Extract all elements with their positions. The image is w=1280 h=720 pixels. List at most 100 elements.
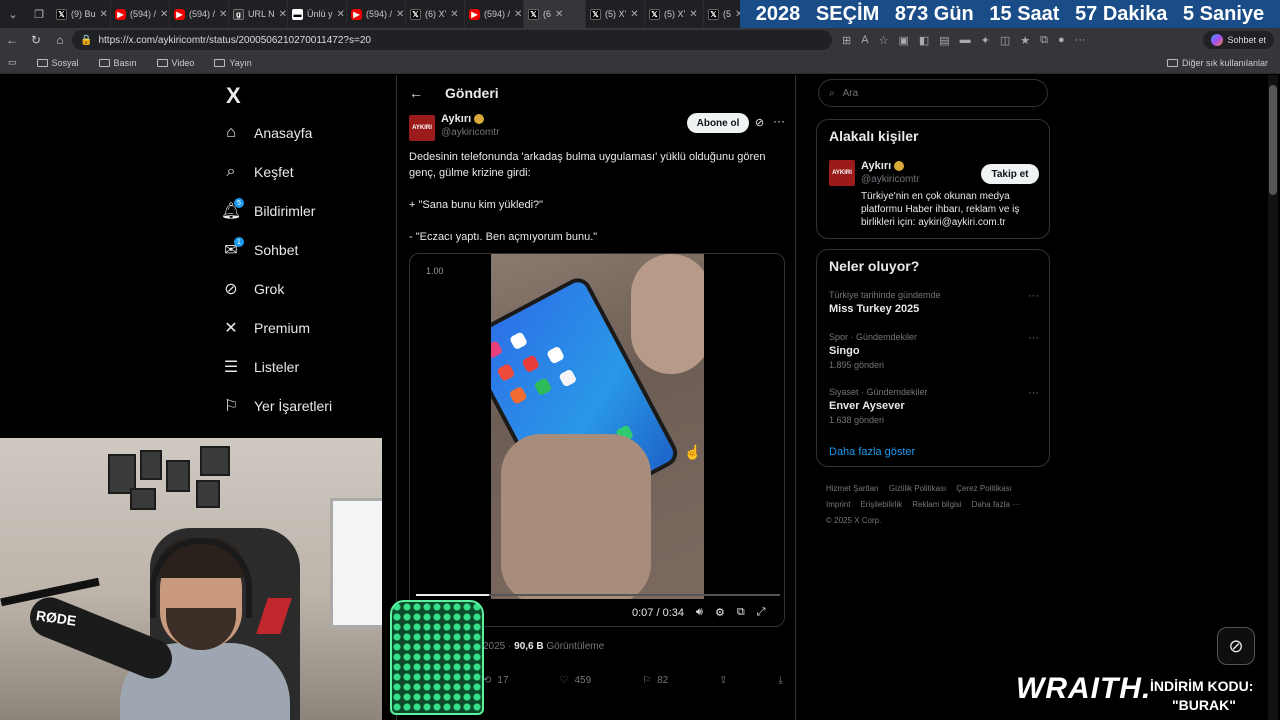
browser-tab[interactable]: ▶ (594) / ✕	[465, 0, 524, 28]
avatar[interactable]: AYKIRI	[829, 160, 855, 186]
youtube-icon: ▶	[469, 8, 480, 20]
close-icon[interactable]: ✕	[630, 9, 638, 20]
video-frame[interactable]	[491, 254, 704, 599]
home-icon[interactable]: ⌂	[48, 28, 72, 52]
workspaces-icon[interactable]: ❐	[26, 0, 52, 28]
extension-icon[interactable]: ◧	[919, 34, 929, 47]
fullscreen-icon[interactable]: ⤢	[757, 606, 766, 619]
copilot-button[interactable]: Sohbet et	[1203, 31, 1274, 49]
show-more-link[interactable]: Daha fazla göster	[829, 446, 915, 458]
bookmark-folder-sosyal[interactable]: Sosyal	[29, 58, 87, 68]
nav-item-grok[interactable]: ⊘ Grok	[222, 275, 284, 303]
favorites-icon[interactable]: ★	[1020, 34, 1030, 47]
footer-link[interactable]: Erişilebilirlik	[860, 500, 902, 509]
nav-item-lists[interactable]: ☰ Listeler	[222, 353, 299, 381]
close-icon[interactable]: ✕	[337, 9, 345, 20]
browser-tab[interactable]: 𝕏 (5) X' ✕	[586, 0, 645, 28]
footer-link[interactable]: Gizlilik Politikası	[889, 484, 946, 493]
browser-tab[interactable]: ▶ (594) / ✕	[170, 0, 229, 28]
close-icon[interactable]: ✕	[689, 9, 697, 20]
split-screen-icon[interactable]: ◫	[1000, 34, 1010, 47]
trend-item[interactable]: Spor · Gündemdekiler Singo 1.895 gönderi…	[829, 332, 1039, 370]
page-scrollbar[interactable]	[1268, 75, 1278, 720]
footer-link[interactable]: Çerez Politikası	[956, 484, 1012, 493]
browser-tab[interactable]: 𝕏 (9) Bu ✕	[52, 0, 111, 28]
close-icon[interactable]: ✕	[160, 9, 168, 20]
footer-link[interactable]: Daha fazla ···	[972, 500, 1020, 509]
like-button[interactable]: ♡ 459	[559, 675, 591, 686]
puzzle-icon[interactable]: ✦	[981, 34, 990, 47]
tab-menu-chevron-icon[interactable]: ⌄	[0, 0, 26, 28]
close-icon[interactable]: ✕	[396, 9, 404, 20]
author-name[interactable]: Aykırı	[441, 113, 485, 125]
trend-item[interactable]: Siyaset · Gündemdekiler Enver Aysever 1.…	[829, 387, 1039, 425]
grok-icon[interactable]: ⊘	[755, 116, 764, 129]
nav-item-explore[interactable]: ⌕ Keşfet	[222, 158, 294, 186]
back-icon[interactable]: ←	[0, 28, 24, 52]
more-options-icon[interactable]: ···	[773, 114, 785, 128]
extension-icon[interactable]: ▤	[939, 34, 949, 47]
url-field[interactable]: 🔒 https://x.com/aykiricomtr/status/20005…	[72, 30, 832, 50]
nav-item-home[interactable]: ⌂ Anasayfa	[222, 119, 312, 147]
download-button[interactable]: ⤓	[779, 675, 783, 686]
browser-tab[interactable]: 𝕏 (6) X' ✕	[406, 0, 465, 28]
browser-tab[interactable]: 𝕏 (5) X' ✕	[645, 0, 704, 28]
footer-link[interactable]: Reklam bilgisi	[912, 500, 961, 509]
settings-gear-icon[interactable]: ⚙	[715, 606, 725, 619]
close-icon[interactable]: ✕	[514, 9, 522, 20]
subscribe-button[interactable]: Abone ol	[687, 113, 749, 133]
footer-link[interactable]: Hizmet Şartları	[826, 484, 879, 493]
close-icon[interactable]: ✕	[279, 9, 287, 20]
pip-icon[interactable]: ⧉	[737, 606, 745, 619]
more-icon[interactable]: ···	[1075, 34, 1086, 47]
back-arrow-icon[interactable]: ←	[409, 85, 423, 101]
close-icon[interactable]: ✕	[100, 9, 108, 20]
nav-item-premium[interactable]: ✕ Premium	[222, 314, 310, 342]
author-handle[interactable]: @aykiricomtr	[441, 127, 500, 138]
browser-tab[interactable]: ▶ (594) / ✕	[347, 0, 406, 28]
refresh-icon[interactable]: ↻	[24, 28, 48, 52]
follow-button[interactable]: Takip et	[981, 164, 1039, 184]
footer-link[interactable]: © 2025 X Corp.	[826, 516, 881, 525]
close-icon[interactable]: ✕	[219, 9, 227, 20]
footer-link[interactable]: Imprint	[826, 500, 850, 509]
bookmark-folder-yayin[interactable]: Yayın	[206, 58, 259, 68]
extension-icon[interactable]: ▬	[960, 34, 971, 47]
bookmark-folder-basin[interactable]: Basın	[91, 58, 145, 68]
more-options-icon[interactable]: ···	[1028, 387, 1039, 399]
browser-tab[interactable]: ▶ (594) / ✕	[111, 0, 170, 28]
video-player[interactable]: 1.00 0:07 / 0:34 🔊︎ ⚙ ⧉ ⤢	[409, 253, 785, 627]
read-aloud-icon[interactable]: A	[861, 34, 868, 47]
browser-tab[interactable]: ▬ Ünlü y ✕	[288, 0, 347, 28]
close-icon[interactable]: ✕	[555, 9, 563, 20]
search-input[interactable]: ⌕ Ara	[818, 79, 1048, 107]
avatar[interactable]: AYKIRI	[409, 115, 435, 141]
bookmark-folder-video[interactable]: Video	[149, 58, 203, 68]
repost-button[interactable]: ⟲ 17	[483, 675, 509, 686]
close-icon[interactable]: ✕	[450, 9, 458, 20]
bookmarks-menu-icon[interactable]: ▭	[0, 57, 25, 68]
more-options-icon[interactable]: ···	[1028, 332, 1039, 344]
nav-item-chat[interactable]: ✉ 1 Sohbet	[222, 236, 298, 264]
trend-item[interactable]: Türkiye tarihinde gündemde Miss Turkey 2…	[829, 290, 1039, 315]
grok-floating-button[interactable]: ⊘	[1217, 627, 1255, 665]
favorite-icon[interactable]: ☆	[879, 34, 889, 47]
share-button[interactable]: ⇪	[719, 675, 727, 686]
profile-icon[interactable]: ●	[1058, 34, 1065, 47]
apps-icon[interactable]: ⊞	[842, 34, 851, 47]
person-handle[interactable]: @aykiricomtr	[861, 174, 920, 185]
other-bookmarks[interactable]: Diğer sık kullanılanlar	[1159, 58, 1280, 68]
browser-tab[interactable]: g URL N ✕	[229, 0, 288, 28]
person-name[interactable]: Aykırı	[861, 160, 905, 172]
x-logo-icon[interactable]: X	[226, 83, 241, 109]
nav-item-bookmarks[interactable]: ⚐ Yer İşaretleri	[222, 392, 332, 420]
volume-icon[interactable]: 🔊︎	[696, 606, 703, 619]
extension-icon[interactable]: ▣	[898, 34, 908, 47]
more-options-icon[interactable]: ···	[1028, 290, 1039, 302]
browser-tab[interactable]: 𝕏 (6 ✕	[524, 0, 586, 28]
nav-item-notifications[interactable]: 🔔︎ 5 Bildirimler	[221, 197, 315, 225]
collections-icon[interactable]: ⧉	[1040, 34, 1048, 47]
bookmark-button[interactable]: ⚐ 82	[642, 675, 668, 686]
video-progress-bar[interactable]	[416, 594, 780, 596]
scrollbar-thumb[interactable]	[1269, 85, 1277, 195]
